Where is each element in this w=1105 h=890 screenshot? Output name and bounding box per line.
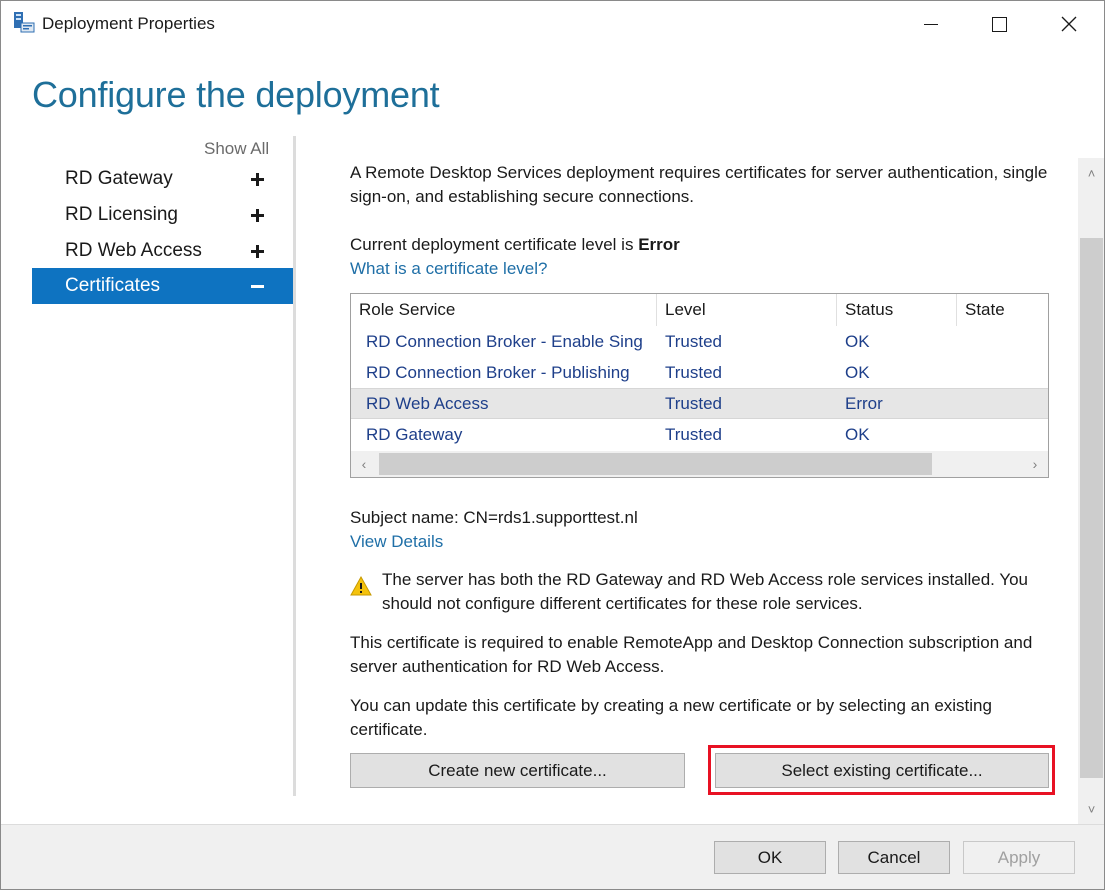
expand-plus-icon[interactable] <box>248 206 266 224</box>
cell-level: Trusted <box>665 362 723 382</box>
nav-item-certificates[interactable]: Certificates <box>32 268 293 304</box>
select-existing-certificate-button[interactable]: Select existing certificate... <box>715 753 1049 788</box>
column-header-state[interactable]: State <box>957 294 1048 326</box>
cell-state <box>965 357 1045 388</box>
close-icon <box>1061 16 1077 32</box>
server-properties-icon <box>14 12 35 33</box>
cell-role: RD Gateway <box>366 424 463 444</box>
cell-state <box>965 388 1045 419</box>
collapse-minus-icon[interactable] <box>248 277 266 295</box>
deployment-properties-window: Deployment Properties Configure the depl… <box>0 0 1105 890</box>
nav-item-label: RD Web Access <box>65 240 202 261</box>
expand-plus-icon[interactable] <box>248 242 266 260</box>
cell-level: Trusted <box>665 331 723 351</box>
nav-item-label: RD Licensing <box>65 204 178 225</box>
cell-level: Trusted <box>665 424 723 444</box>
window-title: Deployment Properties <box>42 14 215 33</box>
cell-state <box>965 326 1045 357</box>
warning-icon <box>350 576 372 596</box>
page-title: Configure the deployment <box>32 74 440 115</box>
table-row-selected[interactable]: RD Web Access Trusted Error <box>351 388 1048 419</box>
minimize-button[interactable] <box>896 1 966 47</box>
scrollbar-thumb[interactable] <box>1080 238 1103 778</box>
cell-role: RD Connection Broker - Publishing <box>366 362 630 382</box>
view-details-link[interactable]: View Details <box>350 530 443 554</box>
maximize-button[interactable] <box>964 1 1034 47</box>
maximize-icon <box>991 16 1007 32</box>
column-header-role-service[interactable]: Role Service <box>351 294 657 326</box>
create-new-certificate-button[interactable]: Create new certificate... <box>350 753 685 788</box>
minimize-icon <box>924 23 938 25</box>
subject-name-line: Subject name: CN=rds1.supporttest.nl <box>350 506 1050 530</box>
scroll-up-icon[interactable]: ˄ <box>1078 158 1104 188</box>
required-text: This certificate is required to enable R… <box>350 633 1033 676</box>
dialog-footer: OK Cancel Apply <box>1 824 1104 889</box>
warning-text: The server has both the RD Gateway and R… <box>382 570 1029 613</box>
nav-item-rd-licensing[interactable]: RD Licensing <box>32 197 293 233</box>
certificate-level-help-link[interactable]: What is a certificate level? <box>350 257 547 281</box>
nav-item-label: Certificates <box>65 275 161 296</box>
scroll-left-icon[interactable]: ‹ <box>351 451 377 477</box>
nav-divider <box>293 136 296 796</box>
intro-text: A Remote Desktop Services deployment req… <box>350 163 1048 206</box>
nav-item-rd-gateway[interactable]: RD Gateway <box>32 161 293 197</box>
column-header-level[interactable]: Level <box>657 294 837 326</box>
ok-button[interactable]: OK <box>714 841 826 874</box>
cell-state <box>965 419 1045 450</box>
update-text: You can update this certificate by creat… <box>350 696 992 739</box>
table-horizontal-scrollbar[interactable]: ‹ › <box>351 451 1048 477</box>
cell-level: Trusted <box>665 393 723 413</box>
nav-item-label: RD Gateway <box>65 168 173 189</box>
scroll-right-icon[interactable]: › <box>1022 451 1048 477</box>
nav-item-rd-web-access[interactable]: RD Web Access <box>32 233 293 269</box>
title-bar: Deployment Properties <box>1 1 1104 47</box>
column-header-status[interactable]: Status <box>837 294 957 326</box>
cell-role: RD Web Access <box>366 393 489 413</box>
cell-status: OK <box>845 424 870 444</box>
certificate-level-label: Current deployment certificate level is <box>350 235 639 254</box>
role-service-table[interactable]: Role Service Level Status State RD Conne… <box>350 293 1049 478</box>
table-row[interactable]: RD Connection Broker - Publishing Truste… <box>351 357 1048 388</box>
scrollbar-thumb[interactable] <box>379 453 932 475</box>
cell-status: OK <box>845 331 870 351</box>
table-row[interactable]: RD Connection Broker - Enable Sing Trust… <box>351 326 1048 357</box>
cell-role: RD Connection Broker - Enable Sing <box>366 331 643 351</box>
content-vertical-scrollbar[interactable]: ˄ ˅ <box>1078 158 1104 824</box>
cell-status: OK <box>845 362 870 382</box>
certificate-level-line: Current deployment certificate level is … <box>350 233 1050 257</box>
apply-button[interactable]: Apply <box>963 841 1075 874</box>
show-all-link[interactable]: Show All <box>204 139 269 159</box>
expand-plus-icon[interactable] <box>248 170 266 188</box>
cell-status: Error <box>845 393 883 413</box>
scroll-down-icon[interactable]: ˅ <box>1078 794 1104 824</box>
close-button[interactable] <box>1034 1 1104 47</box>
cancel-button[interactable]: Cancel <box>838 841 950 874</box>
subject-name-label: Subject name: <box>350 508 464 527</box>
certificate-level-value: Error <box>638 235 680 254</box>
subject-name-value: CN=rds1.supporttest.nl <box>463 508 638 527</box>
table-row[interactable]: RD Gateway Trusted OK <box>351 419 1048 450</box>
